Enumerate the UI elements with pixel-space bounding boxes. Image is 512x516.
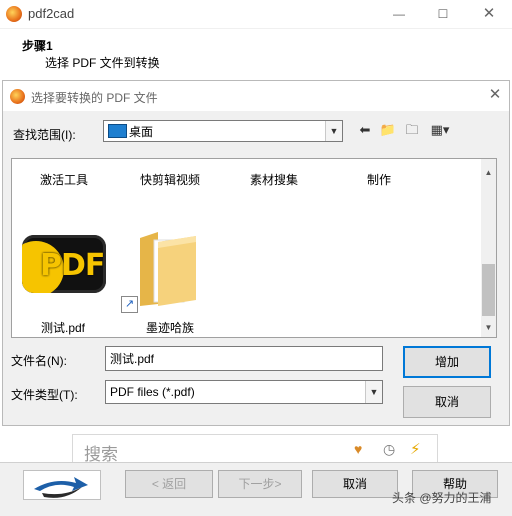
pdf-icon[interactable]: PDF [22, 235, 106, 293]
view-menu-icon[interactable]: ▦▾ [426, 120, 454, 140]
dialog-app-icon [10, 89, 25, 104]
look-in-label: 查找范围(I): [13, 128, 76, 142]
next-button[interactable]: 下一步> [218, 470, 302, 498]
step-title: 步骤1 [22, 39, 53, 53]
chevron-down-icon[interactable]: ▼ [325, 121, 342, 141]
cancel-button[interactable]: 取消 [312, 470, 398, 498]
list-item[interactable]: 快剪辑视频 [140, 171, 200, 188]
folder-icon[interactable] [136, 228, 200, 308]
dialog-close-icon[interactable]: ✕ [486, 86, 504, 104]
step-description: 选择 PDF 文件到转换 [45, 56, 160, 70]
scroll-up-icon[interactable]: ▲ [481, 168, 496, 177]
folder-name[interactable]: 墨迹哈族 [146, 319, 194, 336]
filetype-value: PDF files (*.pdf) [110, 385, 195, 399]
scroll-down-icon[interactable]: ▼ [481, 323, 496, 332]
app-logo [23, 470, 101, 500]
watermark-text: 头条 @努力的王浦 [392, 491, 492, 505]
maximize-icon[interactable]: ☐ [432, 4, 454, 24]
chevron-down-icon[interactable]: ▼ [365, 381, 382, 403]
filename-label: 文件名(N): [11, 354, 67, 368]
dialog-cancel-button[interactable]: 取消 [403, 386, 491, 418]
dialog-title: 选择要转换的 PDF 文件 [31, 91, 158, 105]
shortcut-arrow-icon: ↗ [121, 296, 138, 313]
clock-icon[interactable]: ◷ [383, 441, 395, 458]
filename-input[interactable]: 测试.pdf [105, 346, 383, 371]
main-title-bar: pdf2cad — ☐ ✕ [0, 0, 512, 28]
filetype-label: 文件类型(T): [11, 388, 78, 402]
lightning-icon[interactable]: ⚡ [410, 440, 421, 458]
close-icon[interactable]: ✕ [478, 4, 500, 24]
list-item[interactable]: 激活工具 [40, 171, 88, 188]
look-in-value: 桌面 [129, 125, 154, 139]
file-name[interactable]: 测试.pdf [41, 319, 85, 336]
scrollbar-thumb[interactable] [482, 264, 495, 316]
heart-folder-icon[interactable]: ♥ [354, 441, 362, 457]
add-button[interactable]: 增加 [403, 346, 491, 378]
list-item[interactable]: 素材搜集 [250, 171, 298, 188]
back-arrow-icon[interactable]: ⬅ [356, 120, 374, 140]
list-item[interactable]: 制作 [367, 171, 391, 188]
desktop-icon [108, 124, 127, 138]
main-window-title: pdf2cad [28, 6, 75, 21]
arrows-logo-icon [34, 477, 88, 498]
up-folder-icon[interactable]: 📁 [378, 120, 398, 140]
new-folder-icon[interactable]: 🗀 [402, 120, 422, 140]
back-button[interactable]: < 返回 [125, 470, 213, 498]
minimize-icon[interactable]: — [388, 4, 410, 24]
pdf2cad-app-icon [6, 6, 22, 22]
filetype-select[interactable]: PDF files (*.pdf) ▼ [105, 380, 383, 404]
dialog-title-bar: 选择要转换的 PDF 文件 [3, 81, 509, 111]
